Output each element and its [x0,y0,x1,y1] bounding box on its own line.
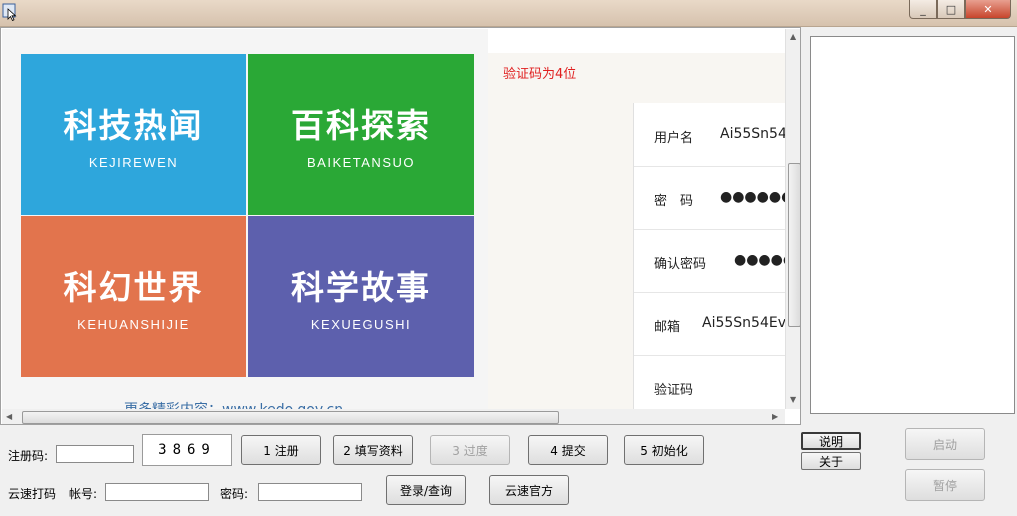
category-panel: 科技热闻 KEJIREWEN 百科探索 BAIKETANSUO 科幻世界 KEH… [2,29,488,418]
pause-button[interactable]: 暂停 [905,469,985,501]
log-textbox[interactable] [810,36,1015,414]
reg-code-label: 注册码: [8,449,49,463]
form-row-password[interactable]: 密 码 ●●●●●●●● [634,166,800,230]
captcha-label: 验证码 [654,383,694,398]
tile-title: 科学故事 [291,268,431,307]
password-label-bottom: 密码: [220,487,249,501]
tile-kehuanshijie[interactable]: 科幻世界 KEHUANSHIJIE [21,216,246,377]
official-site-button[interactable]: 云速官方 [489,475,569,505]
help-button[interactable]: 说明 [801,432,861,450]
tile-pinyin: KEHUANSHIJIE [77,317,190,332]
register-button[interactable]: 1 注册 [241,435,321,465]
tile-kejirewen[interactable]: 科技热闻 KEJIREWEN [21,54,246,215]
register-form: 用户名 Ai55Sn54 密 码 ●●●●●●●● 确认密码 ●●●●●● 邮箱… [633,103,800,409]
fill-info-button[interactable]: 2 填写资料 [333,435,413,465]
tile-pinyin: KEXUEGUSHI [310,317,412,332]
app-icon [2,3,17,21]
username-label: 用户名 [654,131,694,146]
register-panel: 验证码为4位 用户名 Ai55Sn54 密 码 ●●●●●●●● 确认密码 ●●… [488,53,800,409]
tile-pinyin: KEJIREWEN [88,155,179,170]
minimize-button[interactable]: _ [909,0,937,19]
form-row-email[interactable]: 邮箱 Ai55Sn54Ev4 [634,292,795,356]
web-browser-view[interactable]: 科技热闻 KEJIREWEN 百科探索 BAIKETANSUO 科幻世界 KEH… [0,27,801,425]
account-label: 帐号: [69,487,98,501]
tile-kexuegushi[interactable]: 科学故事 KEXUEGUSHI [248,216,474,377]
email-label: 邮箱 [654,320,681,335]
form-row-username[interactable]: 用户名 Ai55Sn54 [634,103,794,167]
form-row-confirm-password[interactable]: 确认密码 ●●●●●● [634,229,800,293]
vertical-scroll-thumb[interactable] [788,163,800,327]
vertical-scrollbar[interactable]: ▲ ▼ [785,29,800,409]
email-field[interactable]: Ai55Sn54Ev4 [702,315,795,331]
transition-button[interactable]: 3 过度 [430,435,510,465]
tile-title: 科幻世界 [63,268,204,307]
tile-pinyin: BAIKETANSUO [306,155,415,170]
tile-title: 科技热闻 [63,106,204,145]
horizontal-scrollbar[interactable]: ◀ ▶ [2,409,785,424]
password-label: 密 码 [654,194,694,209]
account-input[interactable] [105,483,209,501]
captcha-image[interactable]: 3869 [142,434,232,466]
reg-code-input[interactable] [56,445,134,463]
cloud-captcha-label: 云速打码 [8,487,57,501]
horizontal-scroll-thumb[interactable] [22,411,559,424]
maximize-icon: □ [945,2,957,16]
tile-title: 百科探索 [291,106,431,145]
scroll-up-icon[interactable]: ▲ [790,32,796,41]
login-query-button[interactable]: 登录/查询 [386,475,466,505]
title-bar: _ □ ✕ [0,0,1017,27]
about-button[interactable]: 关于 [801,452,861,470]
start-button[interactable]: 启动 [905,428,985,460]
confirm-password-label: 确认密码 [654,257,707,272]
close-icon: ✕ [983,2,993,16]
password-input[interactable] [258,483,362,501]
initialize-button[interactable]: 5 初始化 [624,435,704,465]
close-button[interactable]: ✕ [965,0,1011,19]
username-field[interactable]: Ai55Sn54 [720,126,787,142]
tile-baiketansuo[interactable]: 百科探索 BAIKETANSUO [248,54,474,215]
captcha-hint: 验证码为4位 [503,67,577,82]
scroll-left-icon[interactable]: ◀ [6,412,12,421]
submit-button[interactable]: 4 提交 [528,435,608,465]
maximize-button[interactable]: □ [937,0,965,19]
scroll-right-icon[interactable]: ▶ [772,412,778,421]
scroll-down-icon[interactable]: ▼ [790,395,796,404]
minimize-icon: _ [920,2,926,16]
